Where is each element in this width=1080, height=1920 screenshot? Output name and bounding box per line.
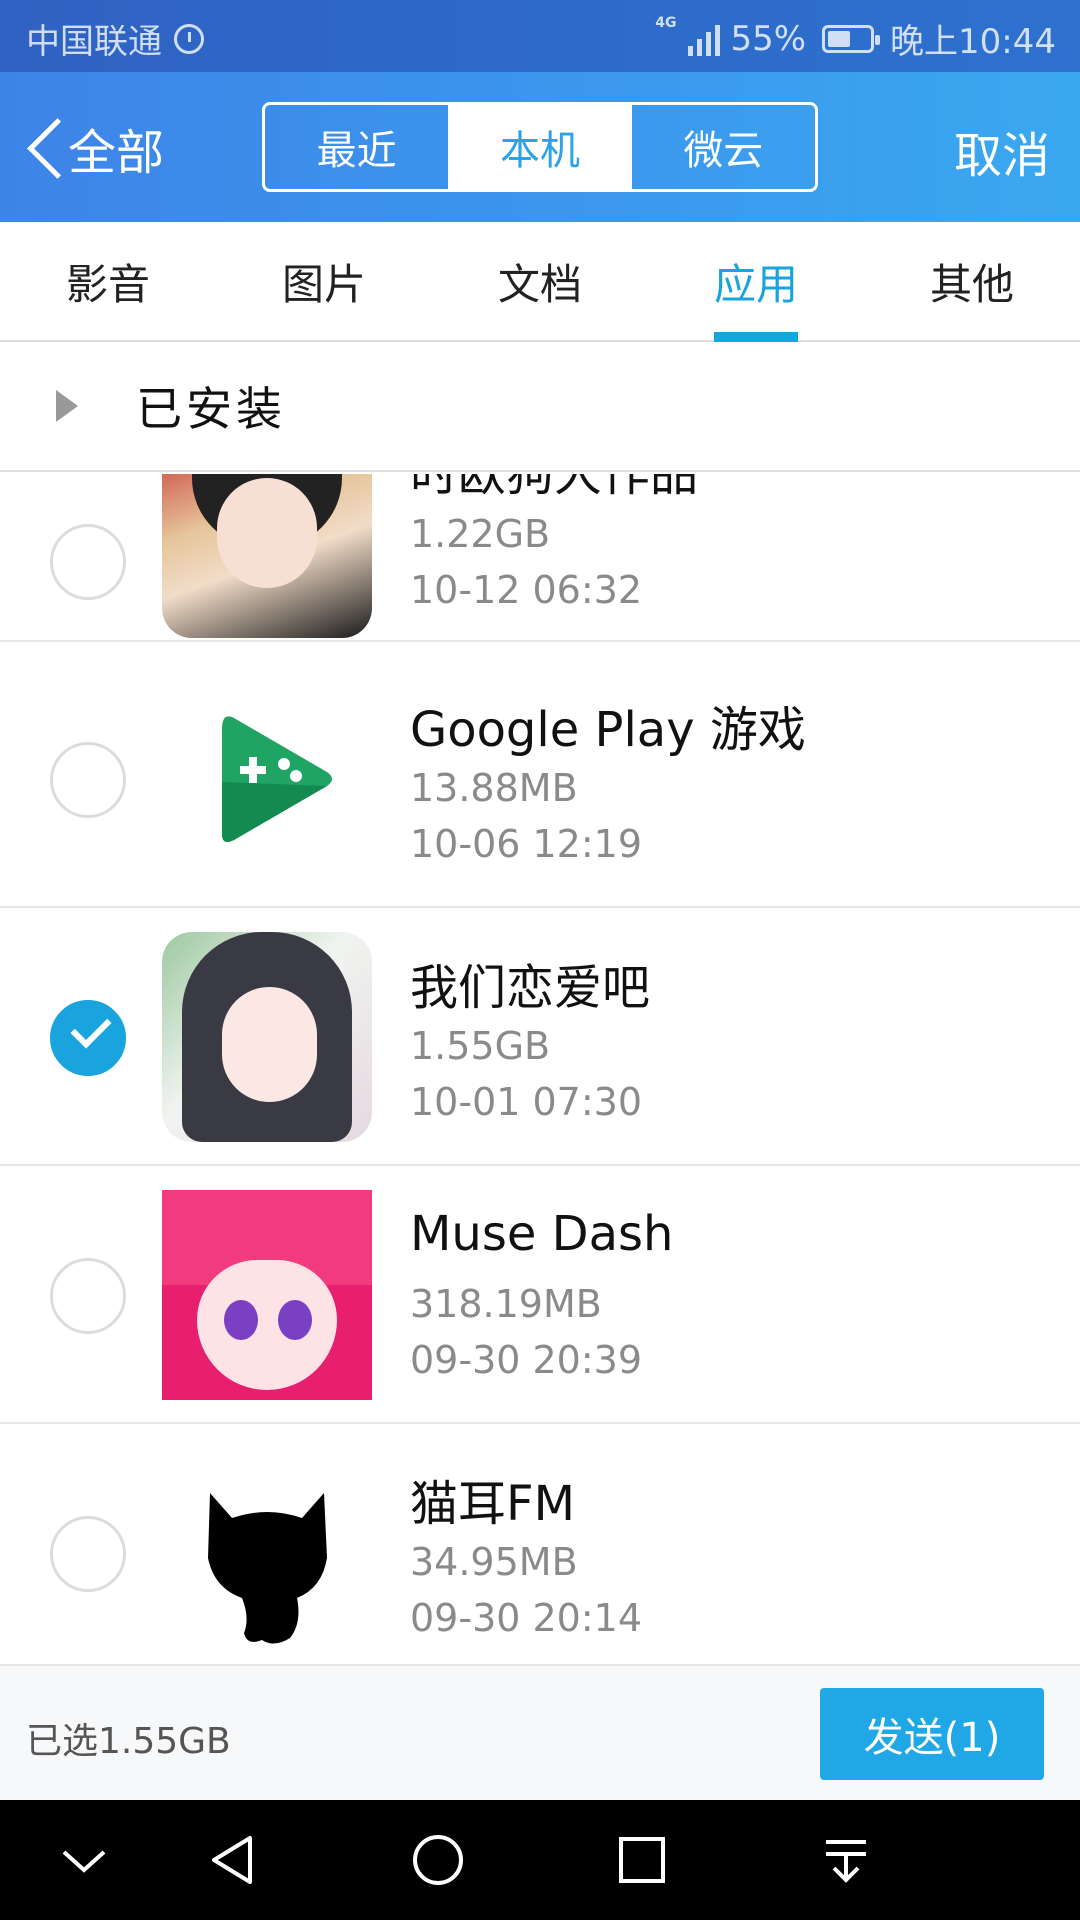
selected-size-label: 已选1.55GB <box>26 1721 231 1762</box>
system-nav-bar <box>0 1800 1080 1920</box>
app-date: 09-30 20:39 <box>410 1338 643 1382</box>
battery-icon <box>822 24 881 53</box>
signal-icon <box>688 22 721 56</box>
home-circle-icon[interactable] <box>408 1830 468 1890</box>
app-size: 1.22GB <box>410 512 551 556</box>
app-date: 10-06 12:19 <box>410 822 643 866</box>
source-segmented-control: 最近 本机 微云 <box>262 102 818 192</box>
list-item[interactable]: 时欧狗大作品 1.22GB 10-12 06:32 <box>0 474 1080 642</box>
header-bar: 全部 最近 本机 微云 取消 <box>0 72 1080 222</box>
select-checkbox[interactable] <box>50 524 126 600</box>
alarm-icon <box>174 23 204 54</box>
list-item[interactable]: 我们恋爱吧 1.55GB 10-01 07:30 <box>0 908 1080 1166</box>
status-bar: 中国联通 4G 55% 晚上10:44 <box>0 0 1080 72</box>
app-size: 318.19MB <box>410 1282 602 1326</box>
tab-documents[interactable]: 文档 <box>432 222 648 340</box>
list-item[interactable]: 猫耳FM 34.95MB 09-30 20:14 <box>0 1424 1080 1648</box>
select-checkbox[interactable] <box>50 1258 126 1334</box>
muse-dash-icon <box>162 1190 372 1400</box>
app-name: 时欧狗大作品 <box>410 474 699 502</box>
tab-media[interactable]: 影音 <box>0 222 216 340</box>
send-button[interactable]: 发送(1) <box>820 1688 1044 1780</box>
back-button[interactable]: 全部 <box>24 108 164 188</box>
app-size: 1.55GB <box>410 1024 551 1068</box>
app-size: 13.88MB <box>410 766 578 810</box>
app-name: Google Play 游戏 <box>410 702 806 758</box>
status-right: 4G 55% 晚上10:44 <box>655 14 1056 63</box>
select-checkbox[interactable] <box>50 1516 126 1592</box>
app-list[interactable]: 时欧狗大作品 1.22GB 10-12 06:32 Google Play 游戏… <box>0 474 1080 1648</box>
google-play-games-icon <box>162 674 372 884</box>
list-item[interactable]: Muse Dash 318.19MB 09-30 20:39 <box>0 1166 1080 1424</box>
expand-triangle-icon <box>56 390 78 422</box>
tab-apps[interactable]: 应用 <box>648 222 864 342</box>
cat-silhouette-icon <box>162 1448 372 1648</box>
segment-recent[interactable]: 最近 <box>265 105 448 189</box>
category-tabs: 影音 图片 文档 应用 其他 <box>0 222 1080 342</box>
select-checkbox[interactable] <box>50 742 126 818</box>
app-name: Muse Dash <box>410 1206 674 1262</box>
carrier-label: 中国联通 <box>26 22 162 62</box>
segment-local[interactable]: 本机 <box>448 105 632 189</box>
app-name: 猫耳FM <box>410 1476 576 1532</box>
cancel-button[interactable]: 取消 <box>954 116 1050 186</box>
segment-weiyun[interactable]: 微云 <box>632 105 815 189</box>
list-item[interactable]: Google Play 游戏 13.88MB 10-06 12:19 <box>0 650 1080 908</box>
app-date: 10-12 06:32 <box>410 568 643 612</box>
battery-level <box>828 30 851 47</box>
back-triangle-icon[interactable] <box>204 1830 264 1890</box>
app-size: 34.95MB <box>410 1540 578 1584</box>
app-name: 我们恋爱吧 <box>410 960 651 1016</box>
chevron-left-icon <box>24 108 64 188</box>
recents-square-icon[interactable] <box>612 1830 672 1890</box>
app-date: 09-30 20:14 <box>410 1596 643 1640</box>
notification-pulldown-icon[interactable] <box>816 1830 876 1890</box>
app-date: 10-01 07:30 <box>410 1080 643 1124</box>
group-label: 已安装 <box>136 382 286 436</box>
network-type: 4G <box>655 15 677 31</box>
installed-group-header[interactable]: 已安装 <box>0 342 1080 472</box>
tab-other[interactable]: 其他 <box>864 222 1080 340</box>
selection-action-bar: 已选1.55GB 发送(1) <box>0 1664 1080 1800</box>
anime-girl-red-icon <box>162 474 372 638</box>
hide-nav-chevron-icon[interactable] <box>54 1830 114 1890</box>
battery-percent: 55% <box>730 18 807 59</box>
tab-images[interactable]: 图片 <box>216 222 432 340</box>
status-left: 中国联通 <box>26 14 204 63</box>
clock: 晚上10:44 <box>890 22 1056 62</box>
anime-girl-dark-hair-icon <box>162 932 372 1142</box>
select-checkbox-checked[interactable] <box>50 1000 126 1076</box>
